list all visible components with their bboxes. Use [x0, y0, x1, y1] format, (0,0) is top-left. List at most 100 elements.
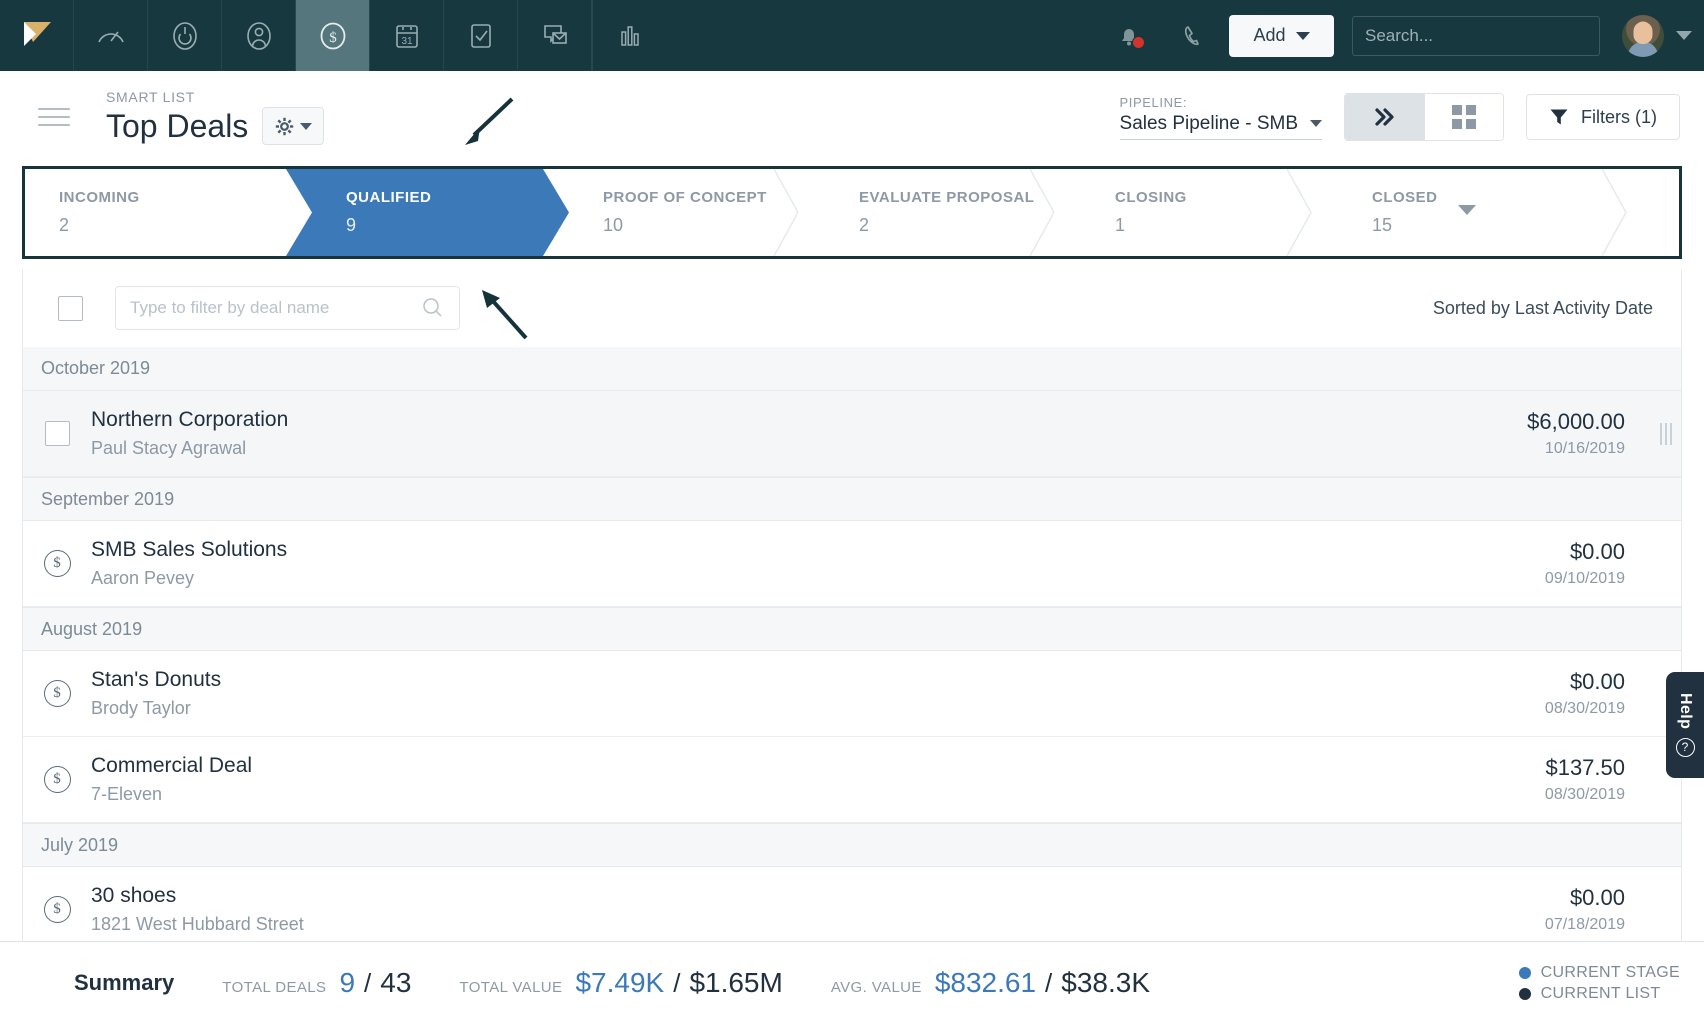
deal-subtitle: 1821 West Hubbard Street	[91, 914, 1545, 935]
summary-metric-secondary: $38.3K	[1061, 967, 1150, 999]
search-icon[interactable]	[421, 296, 445, 320]
pipeline-stage-bar: INCOMING2QUALIFIED9PROOF OF CONCEPT10EVA…	[22, 166, 1682, 259]
deal-date: 08/30/2019	[1545, 700, 1625, 718]
summary-metric-primary: 9	[339, 967, 355, 999]
pipeline-selector[interactable]: PIPELINE: Sales Pipeline - SMB	[1120, 95, 1322, 140]
calendar-31-icon: 31	[390, 19, 424, 53]
pipeline-stage-incoming[interactable]: INCOMING2	[25, 169, 312, 256]
sidebar-toggle-button[interactable]	[38, 102, 70, 132]
bar-chart-icon	[613, 19, 647, 53]
power-person-icon	[168, 19, 202, 53]
deal-date: 07/18/2019	[1545, 916, 1625, 934]
nav-item-calendar[interactable]: 31	[370, 0, 444, 71]
dollar-circle-icon: $	[44, 766, 71, 793]
select-all-checkbox[interactable]	[58, 296, 83, 321]
stage-separator	[1056, 169, 1082, 256]
nav-item-messages[interactable]	[518, 0, 592, 71]
hamburger-icon-line	[38, 108, 70, 110]
summary-legend: CURRENT STAGECURRENT LIST	[1519, 961, 1680, 1006]
search-input[interactable]	[1365, 26, 1586, 46]
view-toggle-grid[interactable]	[1424, 94, 1503, 140]
dollar-circle-icon: $	[44, 680, 71, 707]
list-settings-button[interactable]	[262, 107, 324, 145]
stage-name: EVALUATE PROPOSAL	[859, 189, 1081, 206]
deal-text-cell: 30 shoes 1821 West Hubbard Street	[91, 884, 1545, 935]
nav-item-tasks[interactable]	[444, 0, 518, 71]
deal-value-cell: $0.00 07/18/2019	[1545, 885, 1651, 934]
deal-filter-input[interactable]	[130, 298, 421, 318]
pipeline-stage-closing[interactable]: CLOSING1	[1081, 169, 1338, 256]
table-row[interactable]: $ Commercial Deal 7-Eleven$137.5008/30/201…	[23, 737, 1681, 823]
page-header: SMART LIST Top Deals	[0, 71, 1704, 163]
deal-value-cell: $0.00 08/30/2019	[1545, 669, 1651, 718]
svg-text:$: $	[329, 30, 337, 46]
nav-item-reports[interactable]	[593, 0, 667, 71]
nav-item-activity[interactable]	[148, 0, 222, 71]
deal-amount: $0.00	[1545, 885, 1625, 911]
deal-name[interactable]: Northern Corporation	[91, 408, 1527, 432]
table-row[interactable]: Northern CorporationPaul Stacy Agrawal$6…	[23, 391, 1681, 477]
legend-color-dot	[1519, 988, 1531, 1000]
summary-metric-primary: $832.61	[935, 967, 1036, 999]
deal-text-cell: Commercial Deal 7-Eleven	[91, 754, 1545, 805]
filters-button[interactable]: Filters (1)	[1526, 94, 1680, 140]
flag-logo-icon	[20, 19, 54, 53]
search-icon[interactable]	[1586, 23, 1587, 49]
drag-handle-icon[interactable]	[1651, 423, 1681, 445]
pipeline-stage-closed[interactable]: CLOSED15	[1338, 169, 1653, 256]
deal-amount: $0.00	[1545, 669, 1625, 695]
table-row[interactable]: $30 shoes1821 West Hubbard Street$0.0007…	[23, 867, 1681, 941]
nav-item-deals[interactable]: $	[296, 0, 370, 71]
add-button-label: Add	[1253, 25, 1285, 46]
phone-icon	[1180, 22, 1208, 50]
deal-amount: $137.50	[1545, 755, 1625, 781]
summary-metric-label: TOTAL DEALS	[222, 979, 326, 996]
deal-name[interactable]: SMB Sales Solutions	[91, 538, 1545, 562]
notification-badge	[1132, 36, 1145, 49]
help-button[interactable]: Help ?	[1666, 672, 1704, 778]
deal-subtitle: Paul Stacy Agrawal	[91, 438, 1527, 459]
summary-metric: TOTAL DEALS9/43	[222, 967, 411, 999]
deal-text-cell: Northern Corporation Paul Stacy Agrawal	[91, 408, 1527, 459]
deal-name[interactable]: Commercial Deal	[91, 754, 1545, 778]
nav-item-contacts[interactable]	[222, 0, 296, 71]
summary-bar: Summary TOTAL DEALS9/43TOTAL VALUE$7.49K…	[0, 941, 1704, 1024]
deal-subtitle: 7-Eleven	[91, 784, 1545, 805]
deal-name[interactable]: 30 shoes	[91, 884, 1545, 908]
nav-item-dashboard[interactable]	[74, 0, 148, 71]
table-row[interactable]: $Stan's DonutsBrody Taylor$0.0008/30/201…	[23, 651, 1681, 737]
stage-count: 9	[346, 215, 569, 236]
pipeline-stage-qualified[interactable]: QUALIFIED9	[286, 169, 569, 256]
filters-button-label: Filters (1)	[1581, 107, 1657, 128]
help-label: Help	[1676, 693, 1694, 729]
app-logo[interactable]	[0, 0, 74, 71]
stage-name: PROOF OF CONCEPT	[603, 189, 825, 206]
add-button[interactable]: Add	[1229, 15, 1334, 57]
stage-count: 10	[603, 215, 825, 236]
user-menu[interactable]	[1622, 15, 1692, 57]
pipeline-stage-proof-of-concept[interactable]: PROOF OF CONCEPT 10	[569, 169, 825, 256]
deal-value-cell: $137.5008/30/2019	[1545, 755, 1651, 804]
stage-dropdown-caret-icon[interactable]	[1458, 205, 1476, 215]
global-search[interactable]	[1352, 16, 1600, 56]
summary-metric-label: TOTAL VALUE	[459, 979, 562, 996]
checkbox-icon	[464, 19, 498, 53]
question-circle-icon: ?	[1676, 738, 1695, 757]
pipeline-stage-evaluate-proposal[interactable]: EVALUATE PROPOSAL2	[825, 169, 1081, 256]
sort-indicator[interactable]: Sorted by Last Activity Date	[1433, 298, 1653, 319]
notifications-button[interactable]	[1099, 22, 1159, 50]
deal-name[interactable]: Stan's Donuts	[91, 668, 1545, 692]
gear-icon	[275, 117, 294, 136]
view-toggle-list[interactable]	[1345, 94, 1424, 140]
summary-metric: AVG. VALUE$832.61/$38.3K	[831, 967, 1150, 999]
stage-count: 15	[1372, 215, 1653, 236]
phone-button[interactable]	[1159, 22, 1229, 50]
pipeline-label: PIPELINE:	[1120, 95, 1322, 110]
deal-list[interactable]: October 2019Northern CorporationPaul Sta…	[22, 347, 1682, 941]
table-row[interactable]: $SMB Sales SolutionsAaron Pevey$0.0009/1…	[23, 521, 1681, 607]
legend-color-dot	[1519, 967, 1531, 979]
top-nav-icons: $ 31	[0, 0, 667, 71]
row-checkbox[interactable]	[45, 421, 70, 446]
legend-label: CURRENT STAGE	[1541, 964, 1680, 982]
deal-name-filter[interactable]	[115, 286, 460, 330]
